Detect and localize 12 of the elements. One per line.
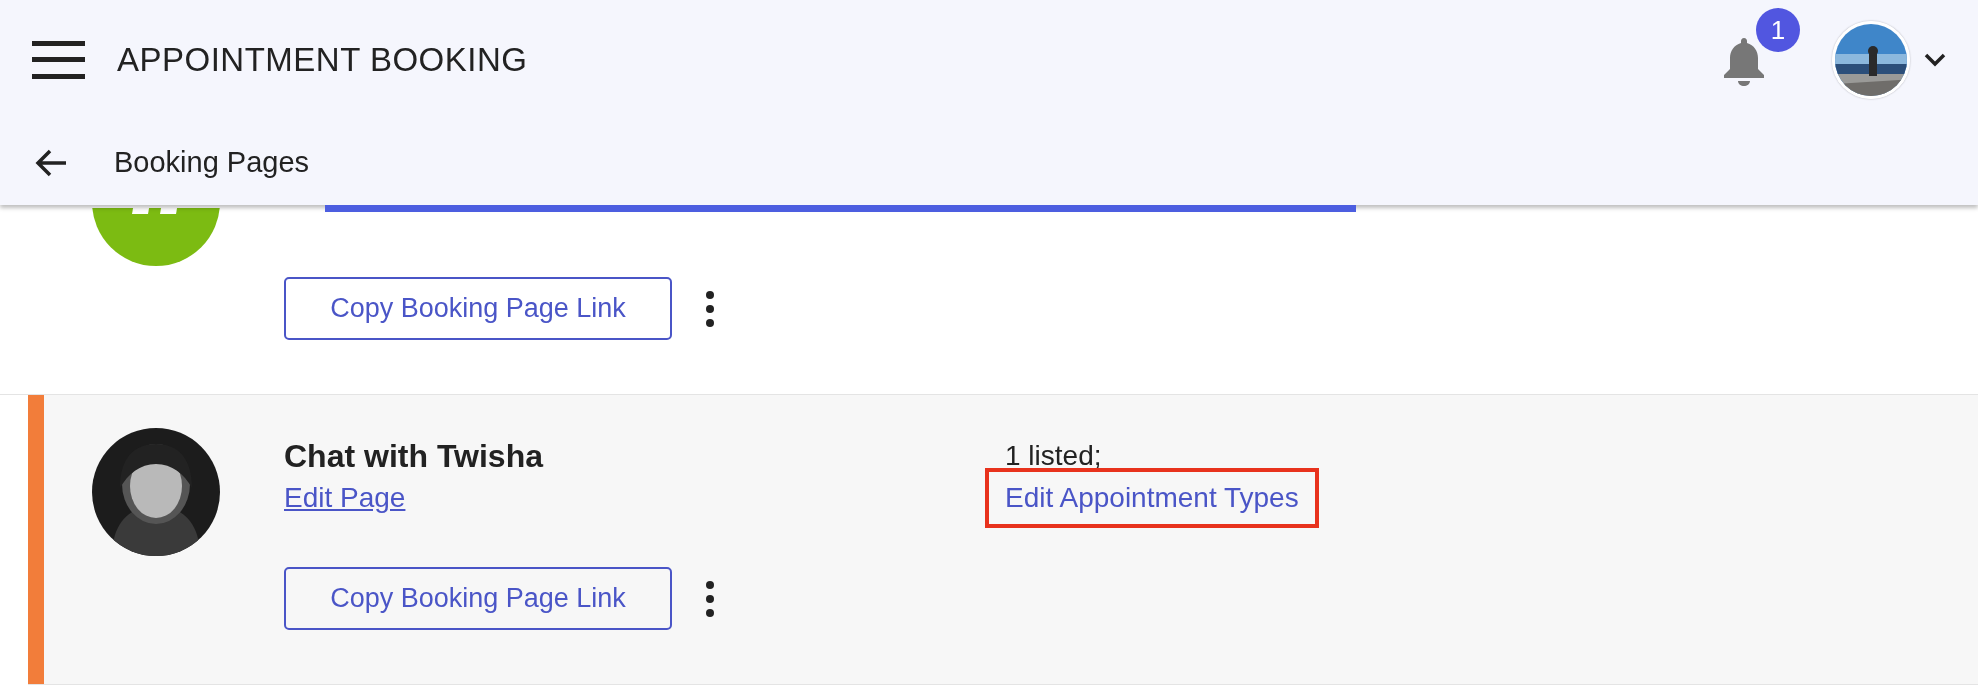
notification-bell-icon[interactable] [1721,36,1767,86]
menu-icon[interactable] [32,41,85,79]
booking-page-title: Chat with Twisha [284,437,545,476]
edit-appointment-types-link[interactable]: Edit Appointment Types [985,468,1319,528]
back-arrow-icon[interactable] [34,147,68,178]
app-title: APPOINTMENT BOOKING [117,40,528,81]
page-title: Booking Pages [114,144,310,180]
copy-link-button[interactable]: Copy Booking Page Link [284,567,672,630]
chevron-down-icon[interactable] [1924,53,1946,67]
edit-page-link[interactable]: Edit Page [284,482,406,513]
notification-badge: 1 [1756,8,1800,52]
copy-link-button[interactable]: Copy Booking Page Link [284,277,672,340]
